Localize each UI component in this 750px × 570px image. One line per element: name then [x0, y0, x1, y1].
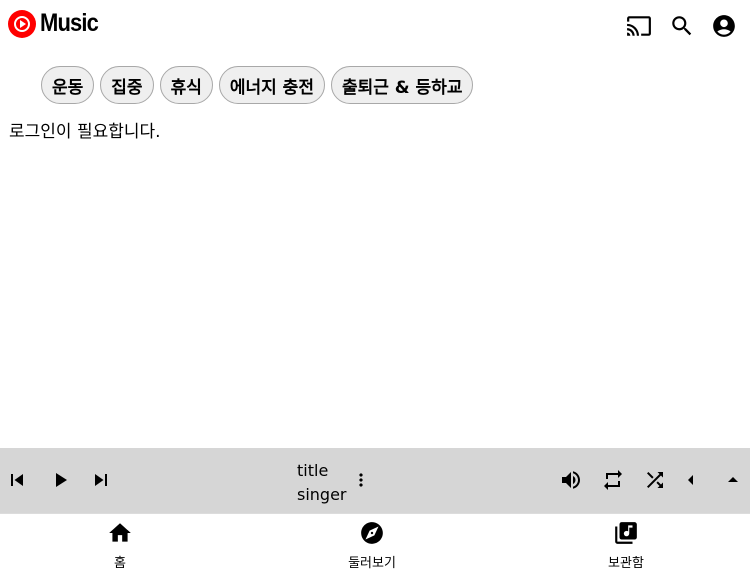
- track-title: title: [297, 461, 329, 480]
- bottom-navigation: 홈 둘러보기 보관함: [0, 513, 750, 570]
- chip-energize[interactable]: 에너지 충전: [218, 66, 325, 104]
- nav-label-home: 홈: [114, 556, 126, 570]
- play-icon[interactable]: [48, 468, 72, 492]
- player-bar: title singer: [0, 448, 750, 513]
- shuffle-icon[interactable]: [643, 468, 667, 492]
- chip-focus[interactable]: 집중: [100, 66, 154, 104]
- caret-left-icon[interactable]: [679, 468, 703, 492]
- caret-up-icon[interactable]: [721, 468, 745, 492]
- app-header: Music: [0, 0, 750, 50]
- more-vert-icon[interactable]: [351, 468, 371, 492]
- now-playing-info[interactable]: title singer: [297, 459, 347, 507]
- cast-icon[interactable]: [625, 12, 653, 40]
- chip-commute[interactable]: 출퇴근 & 등하교: [330, 66, 474, 104]
- track-singer: singer: [297, 485, 347, 504]
- nav-item-home[interactable]: 홈: [75, 520, 165, 570]
- login-required-message: 로그인이 필요합니다.: [9, 122, 161, 142]
- volume-icon[interactable]: [559, 468, 583, 492]
- logo-text: Music: [40, 9, 99, 37]
- skip-next-icon[interactable]: [89, 468, 113, 492]
- chip-relax[interactable]: 휴식: [159, 66, 213, 104]
- nav-label-explore: 둘러보기: [348, 556, 396, 570]
- search-icon[interactable]: [668, 12, 696, 40]
- nav-item-library[interactable]: 보관함: [581, 520, 671, 570]
- repeat-icon[interactable]: [601, 468, 625, 492]
- nav-item-explore[interactable]: 둘러보기: [327, 520, 417, 570]
- nav-label-library: 보관함: [608, 556, 644, 570]
- chip-workout[interactable]: 운동: [41, 66, 95, 104]
- youtube-music-logo[interactable]: Music: [8, 9, 106, 38]
- youtube-music-logo-icon: [8, 9, 36, 38]
- skip-previous-icon[interactable]: [5, 468, 29, 492]
- explore-icon: [361, 522, 383, 544]
- home-icon: [109, 523, 131, 542]
- mood-chips: 운동 집중 휴식 에너지 충전 출퇴근 & 등하교: [41, 66, 474, 104]
- account-icon[interactable]: [710, 12, 738, 40]
- library-icon: [615, 522, 637, 544]
